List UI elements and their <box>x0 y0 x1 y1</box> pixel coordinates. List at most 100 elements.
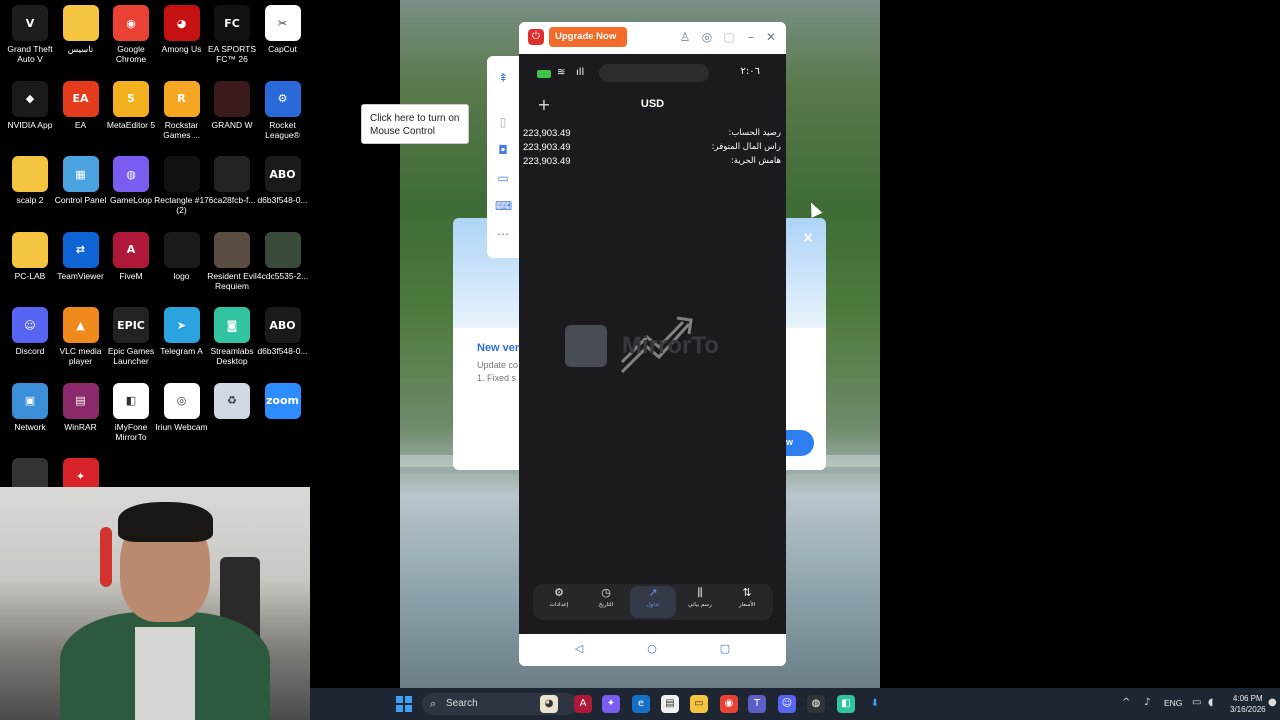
desktop-icon[interactable]: ◆ NVIDIA App <box>2 80 58 130</box>
desktop-icon[interactable]: ◎ Iriun Webcam <box>154 382 210 432</box>
nav-chart-label: رسم بياني <box>688 602 712 608</box>
desktop-icon[interactable]: ◉ Google Chrome <box>103 5 159 64</box>
windows-start-icon[interactable] <box>396 696 412 712</box>
desktop-icon[interactable]: GRAND W <box>204 80 260 130</box>
desktop-icon-label: Rockstar Games ... <box>163 119 200 140</box>
desktop-icon[interactable]: تاسيس <box>53 5 109 54</box>
mirror-side-toolbar: ⇞ ▯ ◘ ▭ ⌨ ⋯ <box>487 56 519 258</box>
app-icon <box>163 156 200 192</box>
minimize-icon[interactable]: – <box>743 29 759 45</box>
desktop-icon-label: EA <box>74 119 87 130</box>
chrome-taskbar-icon[interactable]: ◉ <box>720 695 738 713</box>
tray-time-text: 4:06 PM <box>1232 694 1263 703</box>
nav-chart[interactable]: ⫼ رسم بياني <box>677 586 723 618</box>
free-margin-label: هامش الحرية: <box>730 156 781 166</box>
nav-history[interactable]: ◷ التاريخ <box>583 586 629 618</box>
candles-icon: ⫼ <box>697 586 703 599</box>
desktop-icon[interactable]: ▣ Network <box>2 382 58 432</box>
free-margin-value: 223,903.49 <box>523 156 571 167</box>
nav-settings[interactable]: ⚙ إعدادات <box>536 586 582 618</box>
desktop-icon[interactable]: EA EA <box>53 80 109 130</box>
edge-icon[interactable]: e <box>632 695 650 713</box>
fivem-taskbar-icon[interactable]: A <box>574 695 592 713</box>
desktop-icon[interactable]: ✂ CapCut <box>255 5 311 54</box>
desktop-icon[interactable]: ◧ iMyFone MirrorTo <box>103 382 159 442</box>
fullscreen-icon[interactable]: ▢ <box>721 29 737 45</box>
desktop-icon[interactable]: Rectangle #17 (2) <box>154 156 210 215</box>
copilot-icon[interactable]: ✦ <box>602 695 620 713</box>
gamepad-icon[interactable]: ⌨ <box>495 198 512 214</box>
nav-quotes[interactable]: ⇅ الأسعار <box>724 586 770 618</box>
desktop-icon[interactable]: ◍ GameLoop <box>103 156 159 205</box>
home-icon[interactable]: ○ <box>644 642 660 655</box>
desktop-icon[interactable]: ABO d6b3f548-0... <box>255 156 311 205</box>
desktop-icon[interactable]: ♻ <box>204 382 260 422</box>
update-close-icon[interactable]: × <box>802 230 814 246</box>
teams-icon[interactable]: T <box>748 695 766 713</box>
desktop-icon[interactable]: ABO d6b3f548-0... <box>255 307 311 356</box>
desktop-icon[interactable]: PC-LAB <box>2 231 58 281</box>
desktop-icon[interactable]: Resident Evil Requiem <box>204 231 260 291</box>
tray-clock[interactable]: 4:06 PM 3/16/2026 <box>1230 693 1266 715</box>
desktop-icon[interactable]: EPIC Epic Games Launcher <box>103 307 159 366</box>
collapse-up-icon[interactable]: ⇞ <box>495 70 511 86</box>
power-icon[interactable]: ⏻ <box>528 29 544 45</box>
app-icon <box>163 231 200 268</box>
desktop-icon[interactable]: ◙ Streamlabs Desktop <box>204 307 260 366</box>
desktop-icon-label: Control Panel <box>54 195 107 205</box>
account-icon[interactable]: ♙ <box>677 29 693 45</box>
desktop-icon[interactable]: FC EA SPORTS FC™ 26 <box>204 5 260 64</box>
discord-taskbar-icon[interactable]: ☺ <box>778 695 796 713</box>
file-explorer-icon[interactable]: ▭ <box>690 695 708 713</box>
app-icon: ABO <box>264 156 301 192</box>
widget-panda-icon[interactable]: ◕ <box>540 695 558 713</box>
screenshot-icon[interactable]: ◘ <box>495 142 511 158</box>
close-icon[interactable]: ✕ <box>763 29 779 45</box>
desktop-icon[interactable]: ➤ Telegram A <box>154 307 210 356</box>
volume-icon[interactable]: ◖ <box>1208 697 1213 708</box>
record-icon[interactable]: ▭ <box>495 170 511 186</box>
desktop-icon[interactable]: R Rockstar Games ... <box>154 80 210 140</box>
desktop-icon-label: GameLoop <box>109 195 153 205</box>
free-capital-value: 223,903.49 <box>523 142 571 153</box>
desktop-icon[interactable]: V Grand Theft Auto V <box>2 5 58 64</box>
app-icon: EA <box>62 80 99 117</box>
desktop-icon[interactable]: zoom <box>255 382 311 422</box>
tray-chevron-icon[interactable]: ^ <box>1122 697 1130 708</box>
desktop-icon[interactable]: 4cdc5535-2... <box>255 231 311 281</box>
dynamic-island <box>599 64 709 82</box>
notepad-icon[interactable]: ▤ <box>661 695 679 713</box>
mouse-control-icon[interactable]: ▯ <box>495 114 511 130</box>
desktop-icon-label: Telegram A <box>160 346 203 356</box>
download-icon[interactable]: ⬇ <box>866 695 884 713</box>
back-icon[interactable]: ◁ <box>571 642 587 655</box>
desktop-icon[interactable]: ☺ Discord <box>2 307 58 356</box>
nav-quotes-label: الأسعار <box>738 602 756 608</box>
network-icon[interactable]: ▭ <box>1192 697 1201 708</box>
language-indicator[interactable]: ENG <box>1164 698 1182 708</box>
desktop-icon[interactable]: ▦ Control Panel <box>53 156 109 205</box>
more-icon[interactable]: ⋯ <box>495 226 511 242</box>
settings-icon[interactable]: ◎ <box>699 29 715 45</box>
desktop-icon[interactable]: ▤ WinRAR <box>53 382 109 432</box>
app-taskbar-icon[interactable]: ◍ <box>807 695 825 713</box>
desktop-icon[interactable]: scalp 2 <box>2 156 58 205</box>
upgrade-now-button[interactable]: Upgrade Now <box>549 27 627 47</box>
watermark-text: MirrorTo <box>622 332 719 359</box>
desktop-icon[interactable]: 5 MetaEditor 5 <box>103 80 159 130</box>
notifications-icon[interactable]: ● <box>1268 697 1277 708</box>
desktop-icon[interactable]: ⚙ Rocket League® <box>255 80 311 140</box>
recents-icon[interactable]: ▢ <box>717 642 733 655</box>
nav-trade[interactable]: ↗ تداول <box>630 586 676 618</box>
desktop-icon[interactable]: ⇄ TeamViewer <box>53 231 109 281</box>
trade-chart-icon: ↗ <box>648 586 658 599</box>
desktop-icon[interactable]: A FiveM <box>103 231 159 281</box>
desktop-icon[interactable]: logo <box>154 231 210 281</box>
battery-icon <box>537 70 551 78</box>
mic-icon[interactable]: ♪ <box>1144 697 1150 708</box>
desktop-icon[interactable]: ▲ VLC media player <box>53 307 109 366</box>
desktop-icon[interactable]: ◕ Among Us <box>154 5 210 54</box>
desktop-icon-label: Rectangle #17 (2) <box>154 195 209 215</box>
desktop-icon[interactable]: 6ca28fcb-f... <box>204 156 260 205</box>
mirrorto-taskbar-icon[interactable]: ◧ <box>837 695 855 713</box>
